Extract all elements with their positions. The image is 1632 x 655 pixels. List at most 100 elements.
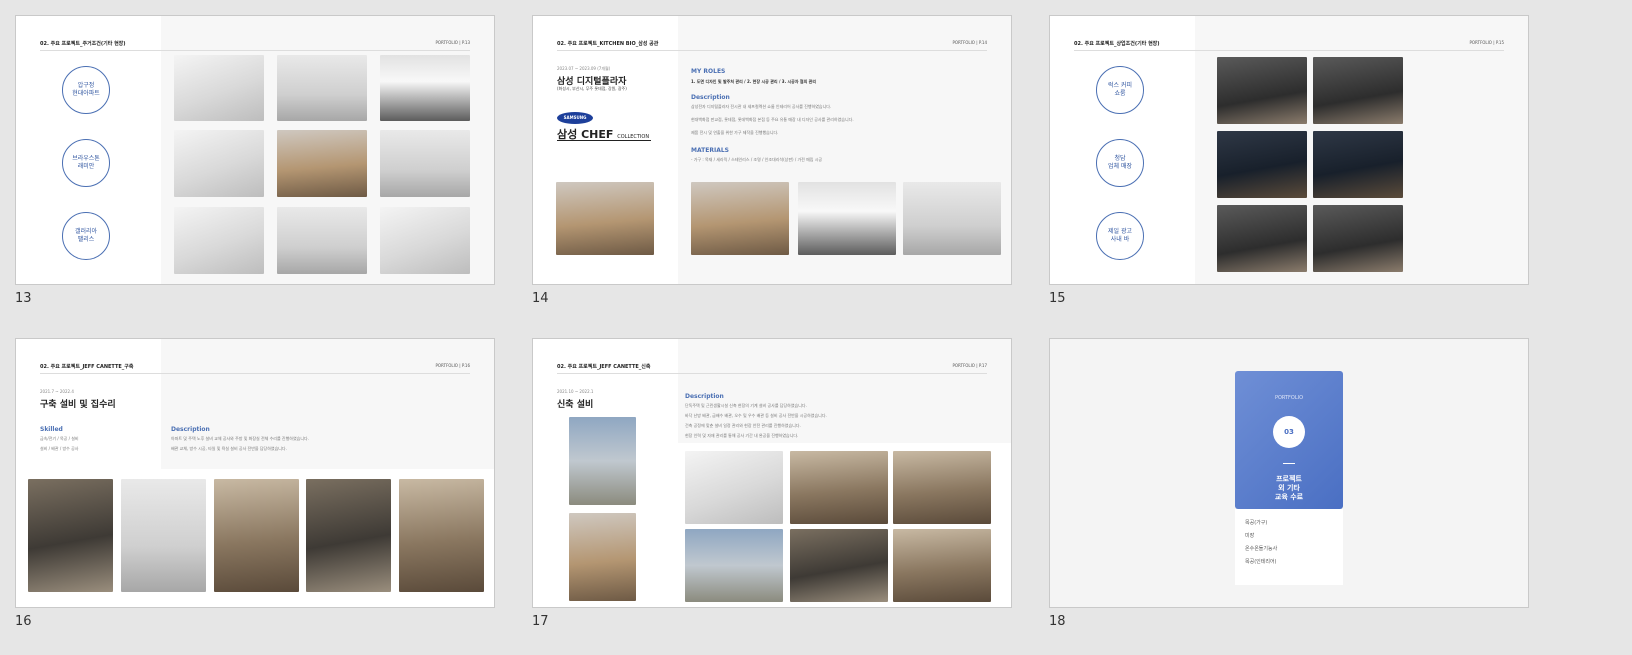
card-divider [1283, 463, 1295, 464]
description-heading: Description [171, 426, 210, 433]
site-photo [893, 529, 991, 602]
slide-header-page: PORTFOLIO | P.16 [435, 363, 470, 368]
showroom-photo [691, 182, 789, 255]
site-photo [790, 529, 888, 602]
slide-number: 16 [15, 614, 32, 629]
list-item: 미장 [1245, 533, 1255, 539]
repair-photo [306, 479, 391, 592]
building-photo [569, 417, 636, 505]
project-circle: 럭스 커피 쇼룸 [1096, 66, 1144, 114]
description-line: 제품 전시 및 연출을 위한 가구 제작을 진행했습니다. [691, 130, 779, 135]
header-divider [557, 373, 987, 374]
slide-number: 18 [1049, 614, 1066, 629]
slide-header-page: PORTFOLIO | P.14 [952, 40, 987, 45]
slide-thumbnail-15[interactable]: 02. 주요 프로젝트_상업조건(기타 현장) PORTFOLIO | P.15… [1049, 15, 1529, 307]
slide-header-page: PORTFOLIO | P.13 [435, 40, 470, 45]
list-item: 목공(인테리어) [1245, 559, 1277, 565]
slide-18[interactable]: PORTFOLIO 03 프로젝트 외 기타 교육 수료 목공(가구) 미장 온… [1049, 338, 1529, 608]
kitchen-photo [380, 207, 470, 274]
section-card: PORTFOLIO 03 프로젝트 외 기타 교육 수료 [1235, 371, 1343, 509]
header-divider [40, 50, 470, 51]
showroom-photo [1217, 57, 1307, 124]
slide-header-title: 02. 주요 프로젝트_KITCHEN BIO_삼성 공관 [557, 41, 659, 47]
slide-thumbnail-17[interactable]: 02. 주요 프로젝트_JEFF CANETTE_신축 PORTFOLIO | … [532, 338, 1012, 630]
site-photo [790, 451, 888, 524]
project-circle: 브라우스톤 래미안 [62, 139, 110, 187]
header-divider [557, 50, 987, 51]
kitchen-photo [174, 130, 264, 197]
materials-heading: MATERIALS [691, 147, 729, 154]
roles-heading: MY ROLES [691, 68, 726, 75]
site-photo [685, 529, 783, 602]
list-item: 목공(가구) [1245, 520, 1268, 526]
samsung-logo: SAMSUNG [557, 112, 593, 124]
slide-thumbnail-14[interactable]: 02. 주요 프로젝트_KITCHEN BIO_삼성 공관 PORTFOLIO … [532, 15, 1012, 307]
skilled-heading: Skilled [40, 426, 63, 433]
building-photo [569, 513, 636, 601]
project-date: 2021.7 ~ 2022.4 [40, 389, 74, 394]
kitchen-photo [277, 207, 367, 274]
site-photo [685, 451, 783, 524]
site-photo [893, 451, 991, 524]
roles-text: 1. 도면 디자인 및 발주처 관리 / 2. 현장 시공 관리 / 3. 시공… [691, 79, 817, 84]
showroom-photo [556, 182, 654, 255]
slide-header-page: PORTFOLIO | P.17 [952, 363, 987, 368]
showroom-photo [798, 182, 896, 255]
project-title: 구축 설비 및 집수리 [40, 400, 116, 410]
kitchen-photo [174, 207, 264, 274]
kitchen-photo [380, 130, 470, 197]
project-circle: 제일 광고 사내 바 [1096, 212, 1144, 260]
slide-thumbnail-16[interactable]: 02. 주요 프로젝트_JEFF CANETTE_구축 PORTFOLIO | … [15, 338, 495, 630]
showroom-photo [1313, 205, 1403, 272]
showroom-photo [1313, 131, 1403, 198]
slide-17[interactable]: 02. 주요 프로젝트_JEFF CANETTE_신축 PORTFOLIO | … [532, 338, 1012, 608]
description-line: 배관 교체, 방수 시공, 타일 및 욕실 설비 공사 전반을 담당하였습니다. [171, 446, 287, 451]
slide-14[interactable]: 02. 주요 프로젝트_KITCHEN BIO_삼성 공관 PORTFOLIO … [532, 15, 1012, 285]
kitchen-photo [174, 55, 264, 121]
slide-15[interactable]: 02. 주요 프로젝트_상업조건(기타 현장) PORTFOLIO | P.15… [1049, 15, 1529, 285]
repair-photo [121, 479, 206, 592]
header-divider [40, 373, 470, 374]
project-subtitle: (화성시, 부산시, 무주 롯데점, 강원, 광주) [557, 86, 627, 91]
project-title: 신축 설비 [557, 400, 594, 410]
card-title: 프로젝트 외 기타 교육 수료 [1274, 475, 1304, 501]
project-date: 2023.07 ~ 2023.09 (7개월) [557, 66, 611, 71]
slide-number: 14 [532, 291, 549, 306]
kitchen-photo [277, 130, 367, 197]
header-divider [1074, 50, 1504, 51]
training-list: 목공(가구) 미장 온수온돌기능사 목공(인테리어) [1235, 509, 1343, 585]
description-heading: Description [691, 94, 730, 101]
showroom-photo [1217, 131, 1307, 198]
skilled-line: 설비 / 배관 / 방수 공사 [40, 446, 79, 451]
logo-underline [557, 140, 651, 141]
slide-thumbnail-13[interactable]: 02. 주요 프로젝트_주거조건(기타 현장) PORTFOLIO | P.13… [15, 15, 495, 307]
slide-number: 17 [532, 614, 549, 629]
kitchen-photo [380, 55, 470, 121]
repair-photo [399, 479, 484, 592]
slide-16[interactable]: 02. 주요 프로젝트_JEFF CANETTE_구축 PORTFOLIO | … [15, 338, 495, 608]
description-line: 현장 인력 및 자재 관리를 통해 공사 기간 내 완공을 진행하였습니다. [685, 433, 799, 438]
slide-header-title: 02. 주요 프로젝트_JEFF CANETTE_구축 [40, 364, 134, 370]
slide-13[interactable]: 02. 주요 프로젝트_주거조건(기타 현장) PORTFOLIO | P.13… [15, 15, 495, 285]
description-line: 현대백화점 판교점, 롯데점, 롯데백화점 본점 등 주요 유통 매장 내 디자… [691, 117, 854, 122]
repair-photo [28, 479, 113, 592]
slide-number: 13 [15, 291, 32, 306]
slide-header-page: PORTFOLIO | P.15 [1469, 40, 1504, 45]
description-heading: Description [685, 393, 724, 400]
showroom-photo [1217, 205, 1307, 272]
project-circle: 청담 업체 매장 [1096, 139, 1144, 187]
project-circle: 갤러리아 팰리스 [62, 212, 110, 260]
materials-text: - 가구 : 목재 / 세라믹 / 스테인리스 / 조명 / 인조대리석(상판)… [691, 157, 823, 162]
repair-photo [214, 479, 299, 592]
slide-header-title: 02. 주요 프로젝트_주거조건(기타 현장) [40, 41, 126, 47]
slide-header-title: 02. 주요 프로젝트_상업조건(기타 현장) [1074, 41, 1160, 47]
kitchen-photo [277, 55, 367, 121]
list-item: 온수온돌기능사 [1245, 546, 1278, 552]
project-circle: 압구정 현대아파트 [62, 66, 110, 114]
project-date: 2021.10 ~ 2022.1 [557, 389, 594, 394]
slide-thumbnail-18[interactable]: PORTFOLIO 03 프로젝트 외 기타 교육 수료 목공(가구) 미장 온… [1049, 338, 1529, 630]
showroom-photo [903, 182, 1001, 255]
description-line: 삼성전자 디지털플라자 전시관 내 셰프컬렉션 쇼룸 인테리어 공사를 진행하였… [691, 104, 832, 109]
card-label: PORTFOLIO [1274, 395, 1304, 401]
slide-number: 15 [1049, 291, 1066, 306]
